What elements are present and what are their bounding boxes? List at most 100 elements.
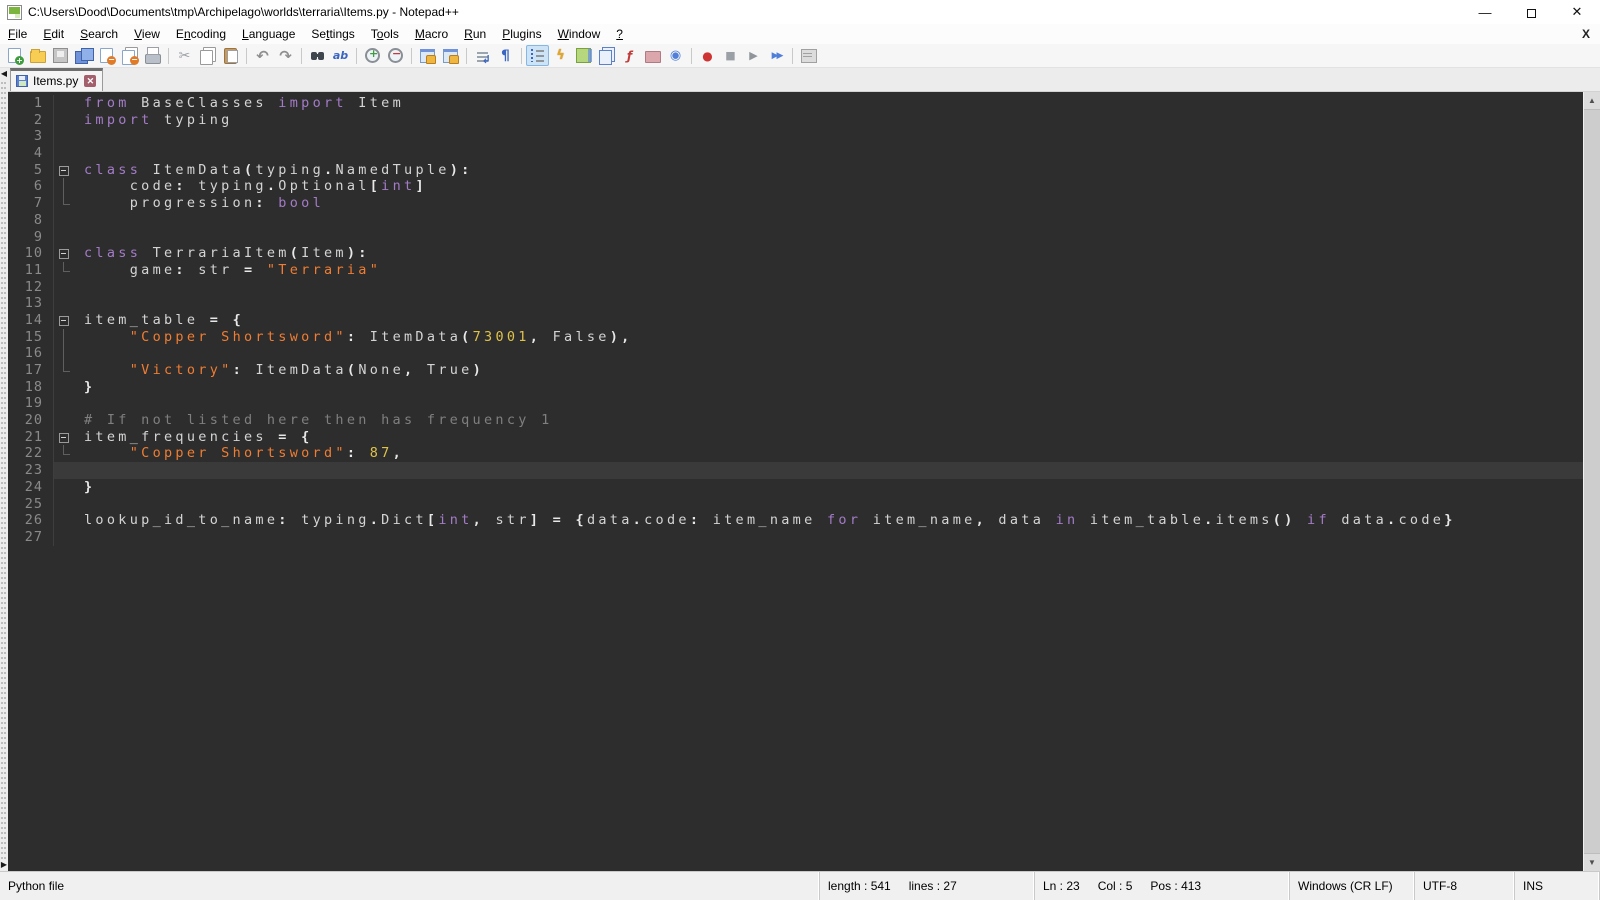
menu-file[interactable]: File bbox=[0, 25, 35, 43]
line-number[interactable]: 10 bbox=[8, 245, 54, 262]
undo-button[interactable]: ↶ bbox=[251, 45, 274, 66]
menu-search[interactable]: Search bbox=[72, 25, 126, 43]
code-line[interactable]: 9 bbox=[8, 229, 1583, 246]
line-number[interactable]: 25 bbox=[8, 496, 54, 513]
macro-stop-button[interactable]: ■ bbox=[719, 45, 742, 66]
close-button[interactable]: ✕ bbox=[1554, 0, 1600, 24]
fold-marker-icon[interactable] bbox=[54, 429, 76, 446]
menu-plugins[interactable]: Plugins bbox=[494, 25, 549, 43]
menu-encoding[interactable]: Encoding bbox=[168, 25, 234, 43]
sync-vertical-button[interactable] bbox=[416, 45, 439, 66]
macro-record-button[interactable]: ● bbox=[696, 45, 719, 66]
document-list-button[interactable] bbox=[595, 45, 618, 66]
menu-help[interactable]: ? bbox=[608, 25, 631, 43]
show-all-characters-button[interactable]: ¶ bbox=[494, 45, 517, 66]
paste-button[interactable] bbox=[219, 45, 242, 66]
code-line[interactable]: 8 bbox=[8, 212, 1583, 229]
code-line[interactable]: 5class ItemData(typing.NamedTuple): bbox=[8, 162, 1583, 179]
code-line[interactable]: 26lookup_id_to_name: typing.Dict[int, st… bbox=[8, 512, 1583, 529]
folder-as-workspace-button[interactable] bbox=[641, 45, 664, 66]
open-file-button[interactable] bbox=[26, 45, 49, 66]
line-number[interactable]: 26 bbox=[8, 512, 54, 529]
menu-settings[interactable]: Settings bbox=[303, 25, 362, 43]
function-list-button[interactable]: ƒ bbox=[618, 45, 641, 66]
code-line[interactable]: 17 "Victory": ItemData(None, True) bbox=[8, 362, 1583, 379]
tab-items-py[interactable]: Items.py ✕ bbox=[10, 68, 103, 91]
line-number[interactable]: 4 bbox=[8, 145, 54, 162]
zoom-out-button[interactable] bbox=[384, 45, 407, 66]
dock-collapse-right-icon[interactable]: ▶ bbox=[0, 861, 8, 869]
menu-tools[interactable]: Tools bbox=[363, 25, 407, 43]
vertical-scrollbar[interactable]: ▲ ▼ bbox=[1583, 92, 1600, 871]
code-line[interactable]: 21item_frequencies = { bbox=[8, 429, 1583, 446]
line-number[interactable]: 7 bbox=[8, 195, 54, 212]
line-number[interactable]: 18 bbox=[8, 379, 54, 396]
line-number[interactable]: 12 bbox=[8, 279, 54, 296]
menu-run[interactable]: Run bbox=[456, 25, 494, 43]
code-line[interactable]: 24} bbox=[8, 479, 1583, 496]
monitoring-button[interactable]: ◉ bbox=[664, 45, 687, 66]
code-line[interactable]: 27 bbox=[8, 529, 1583, 546]
dock-collapse-left-icon[interactable]: ◀ bbox=[0, 70, 8, 78]
line-number[interactable]: 2 bbox=[8, 112, 54, 129]
line-number[interactable]: 11 bbox=[8, 262, 54, 279]
menu-view[interactable]: View bbox=[126, 25, 168, 43]
code-line[interactable]: 22 "Copper Shortsword": 87, bbox=[8, 445, 1583, 462]
line-number[interactable]: 8 bbox=[8, 212, 54, 229]
code-line[interactable]: 7 progression: bool bbox=[8, 195, 1583, 212]
line-number[interactable]: 3 bbox=[8, 128, 54, 145]
code-line[interactable]: 2import typing bbox=[8, 112, 1583, 129]
dock-panel-edge[interactable]: ◀ ▶ bbox=[0, 68, 8, 871]
line-number[interactable]: 20 bbox=[8, 412, 54, 429]
macro-save-button[interactable] bbox=[797, 45, 820, 66]
code-line[interactable]: 15 "Copper Shortsword": ItemData(73001, … bbox=[8, 329, 1583, 346]
code-line[interactable]: 12 bbox=[8, 279, 1583, 296]
code-line[interactable]: 10class TerrariaItem(Item): bbox=[8, 245, 1583, 262]
line-number[interactable]: 5 bbox=[8, 162, 54, 179]
line-number[interactable]: 27 bbox=[8, 529, 54, 546]
line-number[interactable]: 6 bbox=[8, 178, 54, 195]
print-button[interactable] bbox=[141, 45, 164, 66]
menu-close-document-icon[interactable]: X bbox=[1582, 27, 1590, 41]
code-line[interactable]: 18} bbox=[8, 379, 1583, 396]
code-line[interactable]: 1from BaseClasses import Item bbox=[8, 95, 1583, 112]
line-number[interactable]: 13 bbox=[8, 295, 54, 312]
new-file-button[interactable] bbox=[3, 45, 26, 66]
line-number[interactable]: 22 bbox=[8, 445, 54, 462]
save-all-button[interactable] bbox=[72, 45, 95, 66]
macro-play-button[interactable]: ▶ bbox=[742, 45, 765, 66]
line-number[interactable]: 24 bbox=[8, 479, 54, 496]
tab-close-icon[interactable]: ✕ bbox=[84, 75, 96, 87]
code-line[interactable]: 3 bbox=[8, 128, 1583, 145]
line-number[interactable]: 16 bbox=[8, 345, 54, 362]
line-number[interactable]: 19 bbox=[8, 395, 54, 412]
macro-run-multiple-button[interactable]: ▶▶ bbox=[765, 45, 788, 66]
shortcut-mapper-button[interactable]: ϟ bbox=[549, 45, 572, 66]
redo-button[interactable]: ↷ bbox=[274, 45, 297, 66]
find-button[interactable] bbox=[306, 45, 329, 66]
zoom-in-button[interactable] bbox=[361, 45, 384, 66]
line-number[interactable]: 14 bbox=[8, 312, 54, 329]
menu-language[interactable]: Language bbox=[234, 25, 303, 43]
scroll-up-icon[interactable]: ▲ bbox=[1584, 92, 1600, 109]
indent-guide-button[interactable] bbox=[526, 45, 549, 66]
code-line[interactable]: 6 code: typing.Optional[int] bbox=[8, 178, 1583, 195]
code-line[interactable]: 16 bbox=[8, 345, 1583, 362]
word-wrap-button[interactable] bbox=[471, 45, 494, 66]
document-map-button[interactable] bbox=[572, 45, 595, 66]
code-line[interactable]: 11 game: str = "Terraria" bbox=[8, 262, 1583, 279]
code-line[interactable]: 13 bbox=[8, 295, 1583, 312]
restore-button[interactable] bbox=[1508, 0, 1554, 24]
line-number[interactable]: 1 bbox=[8, 95, 54, 112]
fold-marker-icon[interactable] bbox=[54, 162, 76, 179]
code-line[interactable]: 23 bbox=[8, 462, 1583, 479]
close-all-button[interactable] bbox=[118, 45, 141, 66]
sync-horizontal-button[interactable] bbox=[439, 45, 462, 66]
close-file-button[interactable] bbox=[95, 45, 118, 66]
menu-edit[interactable]: Edit bbox=[35, 25, 72, 43]
copy-button[interactable] bbox=[196, 45, 219, 66]
line-number[interactable]: 21 bbox=[8, 429, 54, 446]
code-line[interactable]: 19 bbox=[8, 395, 1583, 412]
fold-marker-icon[interactable] bbox=[54, 312, 76, 329]
code-line[interactable]: 4 bbox=[8, 145, 1583, 162]
